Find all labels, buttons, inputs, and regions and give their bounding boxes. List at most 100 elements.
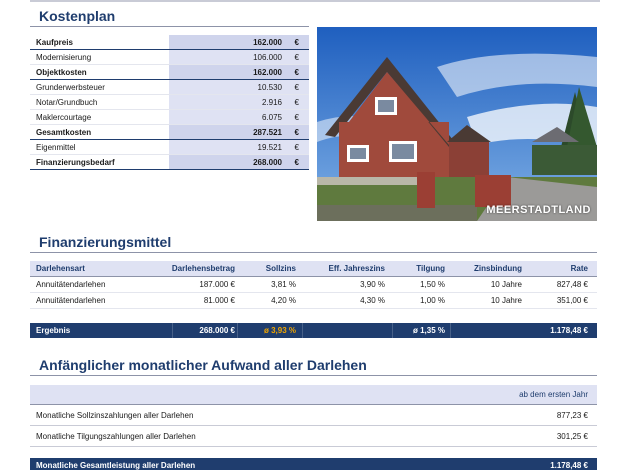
fm-cell-darlehensart: Annuitätendarlehen bbox=[36, 280, 106, 289]
kostenplan-title-rule bbox=[30, 26, 309, 27]
kostenplan-row-label: Finanzierungsbedarf bbox=[36, 158, 115, 167]
fm-cell-zinsbindung: 10 Jahre bbox=[490, 296, 522, 305]
fm-header-row: Darlehensart Darlehensbetrag Sollzins Ef… bbox=[30, 261, 597, 277]
total-divider bbox=[302, 323, 303, 338]
fm-total-tilgung: ø 1,35 % bbox=[412, 326, 445, 335]
kostenplan-row-value: 268.000 bbox=[253, 158, 282, 167]
table-row: Kaufpreis 162.000 € bbox=[30, 35, 309, 50]
total-divider bbox=[392, 323, 393, 338]
fm-total-row: Ergebnis 268.000 € ø 3,93 % ø 1,35 % 1.1… bbox=[30, 323, 597, 338]
fm-cell-sollzins: 3,81 % bbox=[271, 280, 296, 289]
kostenplan-value-box bbox=[169, 125, 309, 139]
aufwand-column-header: ab dem ersten Jahr bbox=[519, 390, 588, 399]
kostenplan-value-box bbox=[169, 50, 309, 64]
kostenplan-row-label: Objektkosten bbox=[36, 68, 87, 77]
kostenplan-row-value: 6.075 bbox=[261, 113, 282, 122]
finanzierungsmittel-table: Darlehensart Darlehensbetrag Sollzins Ef… bbox=[30, 261, 597, 338]
house-photo-illustration bbox=[317, 27, 597, 221]
fm-cell-zinsbindung: 10 Jahre bbox=[490, 280, 522, 289]
fm-header-sollzins: Sollzins bbox=[265, 264, 296, 273]
kostenplan-table: Kaufpreis 162.000 € Modernisierung 106.000 € O… bbox=[30, 35, 309, 170]
kostenplan-row-currency: € bbox=[294, 83, 299, 92]
table-row: Objektkosten 162.000 € bbox=[30, 65, 309, 80]
table-row: Monatliche Tilgungszahlungen aller Darle… bbox=[30, 426, 597, 447]
fm-total-amount: 268.000 € bbox=[199, 326, 235, 335]
kostenplan-row-label: Gesamtkosten bbox=[36, 128, 92, 137]
kostenplan-row-currency: € bbox=[294, 128, 299, 137]
kostenplan-value-box bbox=[169, 80, 309, 94]
total-divider bbox=[450, 323, 451, 338]
aufwand-total-value: 1.178,48 € bbox=[550, 461, 588, 470]
table-row: Grunderwerbsteuer 10.530 € bbox=[30, 80, 309, 95]
fm-total-rate: 1.178,48 € bbox=[550, 326, 588, 335]
kostenplan-row-value: 162.000 bbox=[253, 38, 282, 47]
kostenplan-row-currency: € bbox=[294, 113, 299, 122]
aufwand-total-row: Monatliche Gesamtleistung aller Darlehen… bbox=[30, 458, 597, 470]
fm-cell-rate: 827,48 € bbox=[556, 280, 588, 289]
aufwand-table: ab dem ersten Jahr Monatliche Sollzinsza… bbox=[30, 385, 597, 447]
kostenplan-row-value: 2.916 bbox=[261, 98, 282, 107]
table-row: Modernisierung 106.000 € bbox=[30, 50, 309, 65]
finanzierungsmittel-title-rule bbox=[30, 252, 597, 253]
kostenplan-row-label: Notar/Grundbuch bbox=[36, 98, 98, 107]
aufwand-total-label: Monatliche Gesamtleistung aller Darlehen bbox=[36, 461, 196, 470]
kostenplan-row-label: Maklercourtage bbox=[36, 113, 92, 122]
fm-header-rate: Rate bbox=[570, 264, 588, 273]
kostenplan-row-currency: € bbox=[294, 158, 299, 167]
kostenplan-row-value: 19.521 bbox=[257, 143, 282, 152]
table-row: Annuitätendarlehen 81.000 € 4,20 % 4,30 … bbox=[30, 293, 597, 309]
kostenplan-row-label: Eigenmittel bbox=[36, 143, 76, 152]
property-photo: MEERSTADTLAND bbox=[317, 27, 597, 221]
kostenplan-value-box bbox=[169, 155, 309, 169]
kostenplan-row-label: Kaufpreis bbox=[36, 38, 73, 47]
aufwand-row-value: 877,23 € bbox=[556, 411, 588, 420]
kostenplan-row-currency: € bbox=[294, 53, 299, 62]
fm-header-darlehensart: Darlehensart bbox=[36, 264, 85, 273]
kostenplan-value-box bbox=[169, 110, 309, 124]
kostenplan-row-label: Modernisierung bbox=[36, 53, 92, 62]
kostenplan-value-box bbox=[169, 140, 309, 154]
aufwand-title: Anfänglicher monatlicher Aufwand aller D… bbox=[39, 357, 367, 373]
fm-header-eff-jahreszins: Eff. Jahreszins bbox=[328, 264, 385, 273]
kostenplan-row-value: 10.530 bbox=[257, 83, 282, 92]
top-rule bbox=[30, 0, 600, 2]
fm-cell-rate: 351,00 € bbox=[556, 296, 588, 305]
fm-cell-darlehensart: Annuitätendarlehen bbox=[36, 296, 106, 305]
kostenplan-row-value: 287.521 bbox=[253, 128, 282, 137]
kostenplan-value-box bbox=[169, 35, 309, 49]
aufwand-row-label: Monatliche Sollzinszahlungen aller Darle… bbox=[36, 411, 194, 420]
table-row: Monatliche Sollzinszahlungen aller Darle… bbox=[30, 405, 597, 426]
aufwand-header-row: ab dem ersten Jahr bbox=[30, 385, 597, 405]
kostenplan-value-box bbox=[169, 65, 309, 79]
aufwand-row-label: Monatliche Tilgungszahlungen aller Darle… bbox=[36, 432, 196, 441]
agency-watermark: MEERSTADTLAND bbox=[486, 204, 591, 216]
aufwand-title-rule bbox=[30, 375, 597, 376]
fm-cell-darlehensbetrag: 187.000 € bbox=[199, 280, 235, 289]
kostenplan-value-box bbox=[169, 95, 309, 109]
total-divider bbox=[172, 323, 173, 338]
table-row: Finanzierungsbedarf 268.000 € bbox=[30, 155, 309, 170]
kostenplan-row-currency: € bbox=[294, 68, 299, 77]
table-row: Maklercourtage 6.075 € bbox=[30, 110, 309, 125]
kostenplan-title: Kostenplan bbox=[39, 8, 116, 24]
table-row: Gesamtkosten 287.521 € bbox=[30, 125, 309, 140]
fm-cell-sollzins: 4,20 % bbox=[271, 296, 296, 305]
fm-header-darlehensbetrag: Darlehensbetrag bbox=[171, 264, 235, 273]
kostenplan-row-value: 162.000 bbox=[253, 68, 282, 77]
kostenplan-row-currency: € bbox=[294, 143, 299, 152]
fm-cell-eff-jahreszins: 3,90 % bbox=[360, 280, 385, 289]
table-row: Eigenmittel 19.521 € bbox=[30, 140, 309, 155]
aufwand-row-value: 301,25 € bbox=[556, 432, 588, 441]
kostenplan-row-currency: € bbox=[294, 38, 299, 47]
finanzierungsmittel-title: Finanzierungsmittel bbox=[39, 234, 172, 250]
fm-total-label: Ergebnis bbox=[36, 326, 71, 335]
fm-cell-tilgung: 1,00 % bbox=[420, 296, 445, 305]
fm-header-tilgung: Tilgung bbox=[416, 264, 445, 273]
kostenplan-row-value: 106.000 bbox=[253, 53, 282, 62]
table-row: Annuitätendarlehen 187.000 € 3,81 % 3,90… bbox=[30, 277, 597, 293]
fm-cell-darlehensbetrag: 81.000 € bbox=[203, 296, 235, 305]
fm-total-sollzins: ø 3,93 % bbox=[263, 326, 296, 335]
table-row: Notar/Grundbuch 2.916 € bbox=[30, 95, 309, 110]
fm-cell-eff-jahreszins: 4,30 % bbox=[360, 296, 385, 305]
total-divider bbox=[237, 323, 238, 338]
